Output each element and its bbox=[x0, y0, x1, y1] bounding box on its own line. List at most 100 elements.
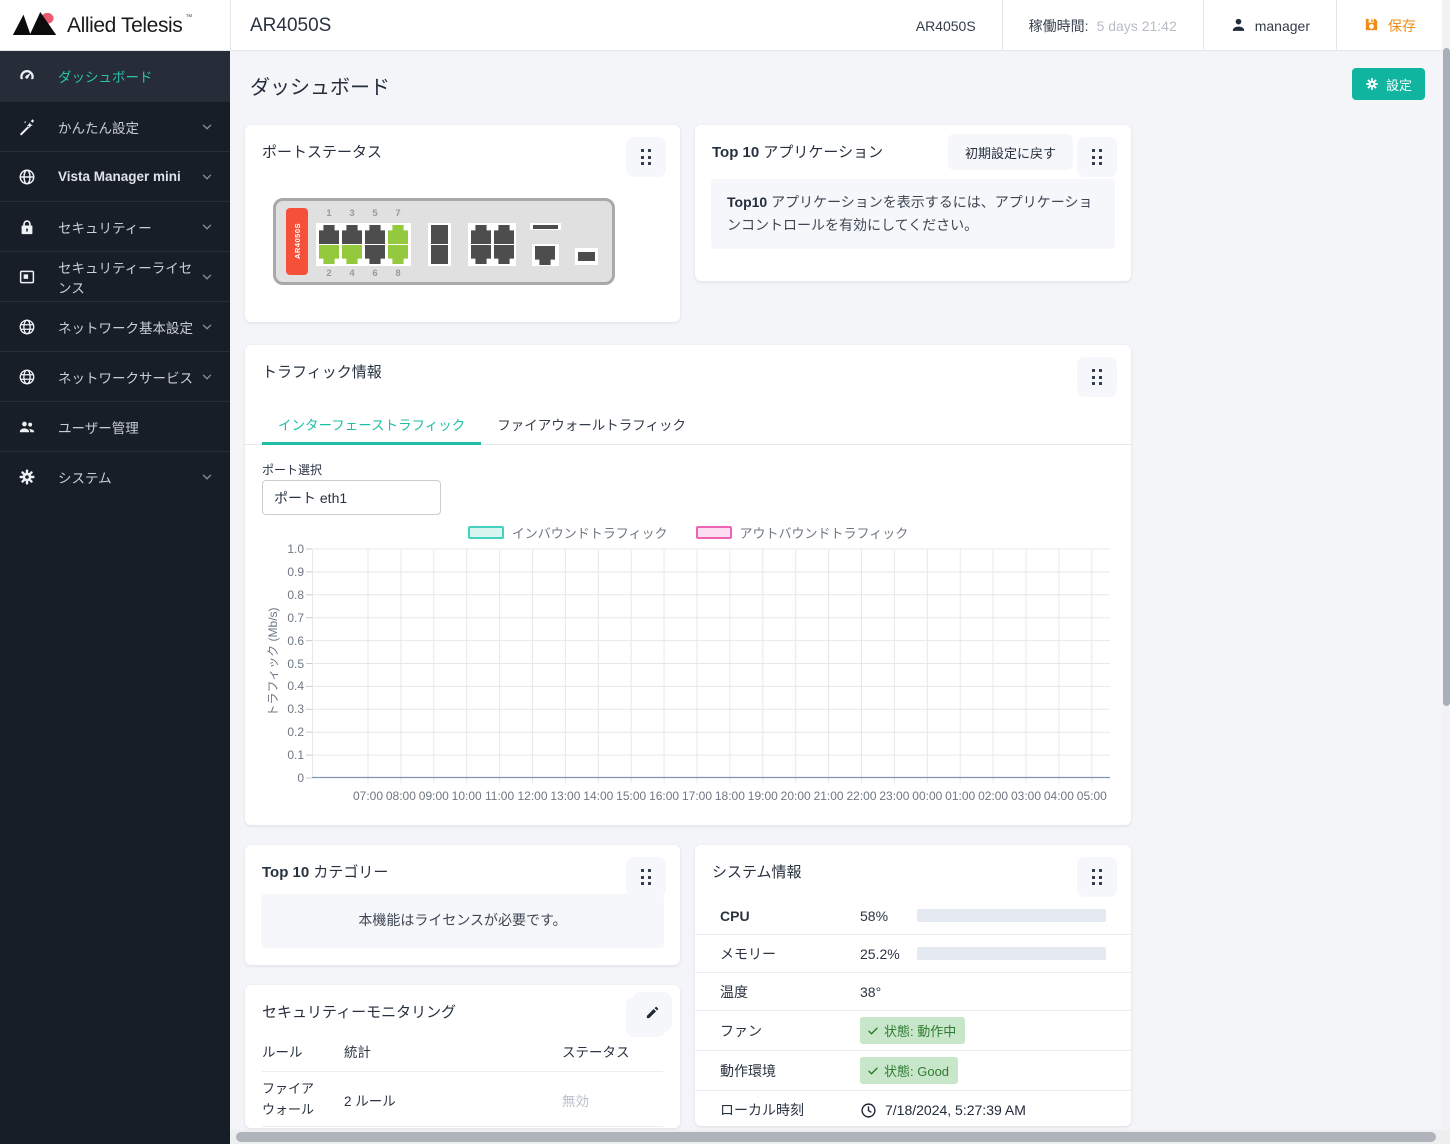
device-model-tag: AR4050S bbox=[286, 208, 308, 275]
y-tick-label: 0.2 bbox=[287, 725, 304, 740]
header-model-title: AR4050S bbox=[250, 14, 332, 36]
wand-icon bbox=[18, 118, 36, 136]
traffic-plot bbox=[306, 548, 1110, 783]
y-tick-label: 0.4 bbox=[287, 679, 304, 694]
top10-applications-card: Top 10 アプリケーション 初期設定に戻す Top10 アプリケーションを表… bbox=[695, 125, 1131, 281]
pencil-icon bbox=[646, 1006, 658, 1018]
chevron-down-icon bbox=[200, 320, 214, 334]
tab-interface-traffic[interactable]: インターフェーストラフィック bbox=[262, 403, 482, 445]
header-device-name: AR4050S bbox=[915, 17, 976, 34]
settings-button-label: 設定 bbox=[1386, 77, 1413, 93]
user-menu[interactable]: manager bbox=[1202, 0, 1336, 51]
fan-row: ファン 状態: 動作中 bbox=[695, 1011, 1131, 1051]
environment-status-badge: 状態: Good bbox=[860, 1057, 959, 1084]
chevron-down-icon bbox=[200, 370, 214, 384]
edit-firewall-button[interactable] bbox=[632, 992, 672, 1032]
horizontal-scrollbar-thumb[interactable] bbox=[236, 1132, 1436, 1142]
sfp-port-group bbox=[428, 223, 451, 266]
drag-handle[interactable] bbox=[626, 857, 666, 897]
memory-label: メモリー bbox=[720, 945, 776, 962]
header-right: AR4050S 稼働時間: 5 days 21:42 manager 保存 bbox=[890, 0, 1442, 51]
port-select-label: ポート選択 bbox=[262, 463, 323, 477]
check-icon bbox=[868, 1027, 878, 1035]
sidebar-item-label: システム bbox=[58, 470, 112, 486]
legend-inbound: インバウンドトラフィック bbox=[467, 523, 668, 542]
port-number: 2 bbox=[326, 268, 332, 279]
chevron-down-icon bbox=[200, 270, 214, 284]
chevron-down-icon bbox=[200, 470, 214, 484]
info-message: Top10 アプリケーションを表示するには、アプリケーションコントロールを有効に… bbox=[711, 179, 1115, 250]
save-label: 保存 bbox=[1388, 17, 1416, 34]
sidebar-item-network-basic[interactable]: ネットワーク基本設定 bbox=[0, 301, 230, 351]
temperature-value: 38° bbox=[860, 983, 882, 1000]
port-select[interactable]: ポート eth1 bbox=[262, 480, 441, 515]
sidebar-item-system[interactable]: システム bbox=[0, 451, 230, 501]
port bbox=[431, 245, 448, 264]
trademark: ™ bbox=[185, 14, 193, 21]
sidebar-item-vista-manager-mini[interactable]: Vista Manager mini bbox=[0, 151, 230, 201]
user-name: manager bbox=[1254, 17, 1310, 34]
tab-firewall-traffic[interactable]: ファイアウォールトラフィック bbox=[481, 403, 702, 444]
uptime-value: 5 days 21:42 bbox=[1096, 17, 1177, 34]
sidebar-item-label: ダッシュボード bbox=[58, 70, 153, 85]
brand-wordmark: Allied Telesis bbox=[67, 13, 183, 37]
card-title: トラフィック情報 bbox=[262, 364, 382, 381]
brand[interactable]: Allied Telesis ™ bbox=[12, 0, 228, 51]
sidebar-item-easy-setup[interactable]: かんたん設定 bbox=[0, 101, 230, 151]
temperature-label: 温度 bbox=[720, 983, 748, 1000]
traffic-tabs: インターフェーストラフィック ファイアウォールトラフィック bbox=[245, 403, 1131, 445]
reset-defaults-button[interactable]: 初期設定に戻す bbox=[947, 134, 1073, 170]
usb-slot bbox=[578, 252, 595, 261]
sidebar-item-network-services[interactable]: ネットワークサービス bbox=[0, 351, 230, 401]
temperature-row: 温度 38° bbox=[695, 973, 1131, 1011]
gauge-icon bbox=[18, 67, 36, 85]
sidebar-item-label: Vista Manager mini bbox=[58, 169, 181, 184]
y-tick-label: 1.0 bbox=[287, 542, 304, 556]
port-status-card: ポートステータス AR4050S 1 2 3 4 5 6 7 8 bbox=[245, 125, 680, 322]
y-tick-label: 0.9 bbox=[287, 564, 304, 579]
port-number: 4 bbox=[349, 268, 355, 279]
inbound-swatch bbox=[467, 526, 504, 539]
column-stats: 統計 bbox=[344, 1045, 371, 1060]
environment-label: 動作環境 bbox=[720, 1062, 776, 1079]
settings-button[interactable]: 設定 bbox=[1352, 68, 1426, 100]
chevron-down-icon bbox=[200, 220, 214, 234]
console-port-group bbox=[530, 223, 561, 266]
uptime-label: 稼働時間: bbox=[1028, 17, 1089, 34]
cpu-label: CPU bbox=[720, 907, 750, 924]
memory-value: 25.2% bbox=[860, 945, 900, 962]
drag-handle[interactable] bbox=[1077, 137, 1117, 177]
security-monitoring-card: セキュリティーモニタリング ルール 統計 ステータス ファイアウォール 2 ルー… bbox=[245, 985, 680, 1128]
sidebar-item-user-management[interactable]: ユーザー管理 bbox=[0, 401, 230, 451]
gear-icon bbox=[1366, 78, 1378, 90]
lan-port-group: 1 2 3 4 5 6 7 8 bbox=[316, 208, 411, 281]
save-button[interactable]: 保存 bbox=[1336, 0, 1442, 51]
y-tick-label: 0.3 bbox=[287, 702, 304, 717]
vertical-scrollbar-thumb[interactable] bbox=[1442, 48, 1450, 706]
local-time-value: 7/18/2024, 5:27:39 AM bbox=[860, 1102, 1026, 1119]
column-rule: ルール bbox=[262, 1045, 303, 1060]
drag-handle[interactable] bbox=[626, 137, 666, 177]
y-tick-label: 0.6 bbox=[287, 633, 304, 648]
drag-handle[interactable] bbox=[1077, 857, 1117, 897]
sidebar-item-security[interactable]: セキュリティー bbox=[0, 201, 230, 251]
page-title: ダッシュボード bbox=[250, 77, 390, 99]
legend-outbound: アウトバウンドトラフィック bbox=[695, 523, 908, 542]
drag-dots-icon bbox=[1091, 869, 1103, 885]
port-number: 7 bbox=[395, 208, 401, 219]
column-status: ステータス bbox=[562, 1045, 630, 1060]
drag-handle[interactable] bbox=[1077, 357, 1117, 397]
y-tick-label: 0.8 bbox=[287, 587, 304, 602]
sidebar-item-security-license[interactable]: セキュリティーライセンス bbox=[0, 251, 230, 301]
console-slot bbox=[533, 224, 558, 229]
system-info-card: システム情報 CPU 58% メモリー 25.2% 温度 38° ファン 状態:… bbox=[695, 845, 1131, 1126]
y-tick-label: 0 bbox=[297, 771, 304, 785]
card-title: Top 10 アプリケーション bbox=[712, 144, 884, 161]
vertical-scrollbar bbox=[1442, 0, 1450, 1144]
port-number: 6 bbox=[372, 268, 378, 279]
header-divider bbox=[230, 0, 231, 51]
rule-stat: 2 ルール bbox=[344, 1093, 396, 1109]
usb-port-group bbox=[575, 248, 598, 265]
sidebar-item-label: セキュリティーライセンス bbox=[58, 260, 193, 296]
sidebar-item-dashboard[interactable]: ダッシュボード bbox=[0, 51, 230, 101]
